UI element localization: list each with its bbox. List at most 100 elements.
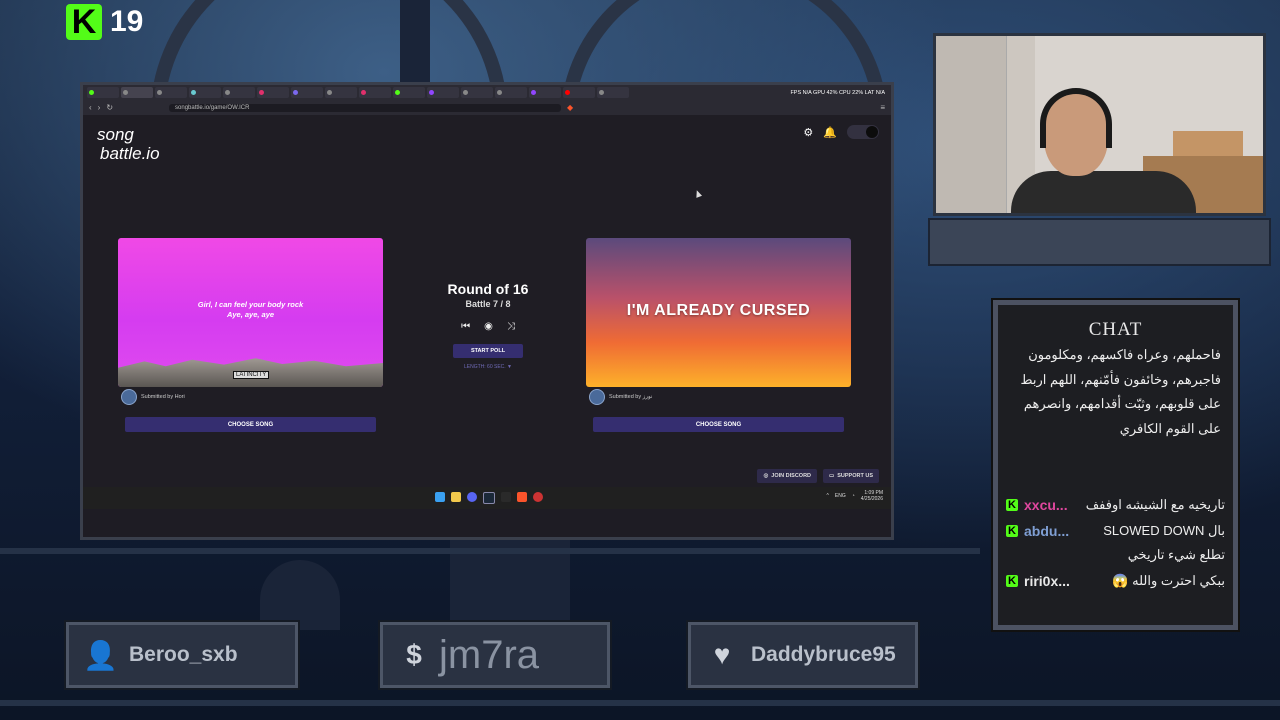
chat-messages: فاحملهم، وعراه فاكسهم، ومكلومون فاجبرهم،… — [1006, 343, 1225, 617]
tab-bar: FPS N/A GPU 42% CPU 22% LAT N/A — [83, 85, 891, 100]
streamer-body — [1011, 171, 1196, 213]
join-discord-label: JOIN DISCORD — [771, 473, 812, 479]
discord-icon: ◎ — [763, 473, 769, 479]
browser-tab[interactable] — [461, 87, 493, 98]
browser-tab[interactable] — [257, 87, 289, 98]
kick-badge-icon: K — [1006, 575, 1018, 587]
browser-tab[interactable] — [563, 87, 595, 98]
forward-icon[interactable]: › — [98, 103, 101, 112]
browser-tab[interactable] — [427, 87, 459, 98]
chat-text: ببكي احترت والله 😱 — [1112, 573, 1225, 588]
kick-badge-icon: K — [1006, 525, 1018, 537]
chat-text: تاريخيه مع الشيشه اوففف — [1085, 497, 1225, 512]
browser-tab[interactable] — [87, 87, 119, 98]
support-us-button[interactable]: ▭ SUPPORT US — [823, 469, 879, 483]
lyric-line-1: Girl, I can feel your body rock — [197, 300, 304, 309]
mouse-cursor-icon — [693, 189, 703, 198]
footer-buttons: ◎ JOIN DISCORD ▭ SUPPORT US — [757, 469, 879, 483]
steam-icon[interactable] — [483, 492, 495, 504]
shuffle-icon[interactable]: ⤨ — [507, 321, 515, 332]
chat-panel: CHAT فاحملهم، وعراه فاكسهم، ومكلومون فاج… — [993, 300, 1238, 630]
logo-line1: song — [97, 125, 134, 144]
notification-bell-icon[interactable]: 🔔 — [823, 126, 837, 139]
chat-username[interactable]: riri0x... — [1024, 569, 1070, 593]
kick-logo-icon: K — [66, 4, 102, 40]
latest-follower-bar: 👤 Beroo_sxb — [66, 622, 298, 688]
file-explorer-icon[interactable] — [451, 492, 461, 502]
kick-badge-icon: K — [1006, 499, 1018, 511]
submitter-avatar — [589, 389, 605, 405]
browser-tab[interactable] — [495, 87, 527, 98]
support-icon: ▭ — [829, 473, 835, 479]
menu-icon[interactable]: ≡ — [880, 103, 885, 112]
choose-song-button-right[interactable]: CHOOSE SONG — [593, 417, 844, 432]
shield-icon[interactable]: ◆ — [567, 103, 573, 112]
submitter-avatar — [121, 389, 137, 405]
latest-donor-name: jm7ra — [439, 632, 540, 677]
discord-app-icon[interactable] — [467, 492, 477, 502]
song-thumbnail-left[interactable]: Girl, I can feel your body rock Aye, aye… — [118, 238, 383, 387]
wifi-icon[interactable]: ◔ — [852, 493, 855, 499]
browser-tab[interactable] — [223, 87, 255, 98]
language-indicator[interactable]: ENG — [835, 493, 846, 499]
webcam-wall — [936, 36, 1006, 213]
settings-gear-icon[interactable]: ⚙ — [803, 126, 813, 139]
battle-controls: ⏮ ◉ ⤨ — [443, 321, 533, 332]
tray-chevron-icon[interactable]: ^ — [827, 493, 829, 499]
brave-browser-icon[interactable] — [517, 492, 527, 502]
browser-tab[interactable] — [189, 87, 221, 98]
background-rail — [0, 700, 1280, 706]
spotify-icon[interactable] — [501, 492, 511, 502]
songbattle-logo[interactable]: song battle.io — [97, 125, 187, 175]
logo-line2: battle.io — [100, 144, 160, 163]
user-menu-avatar[interactable] — [847, 125, 879, 139]
browser-tab-active[interactable] — [121, 87, 153, 98]
lyric-line-2: Aye, aye, aye — [226, 310, 275, 319]
round-title: Round of 16 — [447, 281, 529, 297]
songbattle-page: song battle.io ⚙ 🔔 Girl, I can feel your… — [83, 115, 891, 509]
background-rail — [0, 548, 980, 554]
browser-tab[interactable] — [529, 87, 561, 98]
address-input[interactable]: songbattle.io/game/OW.ICR — [169, 103, 562, 112]
user-icon: 👤 — [83, 639, 118, 671]
chat-message: K xxcu... تاريخيه مع الشيشه اوففف — [1006, 493, 1225, 517]
obs-icon[interactable] — [533, 492, 543, 502]
chat-username[interactable]: abdu... — [1024, 519, 1069, 543]
browser-tab[interactable] — [359, 87, 391, 98]
browser-tab[interactable] — [325, 87, 357, 98]
poll-length-select[interactable]: LENGTH: 60 SEC. ▼ — [443, 364, 533, 370]
song-thumbnail-right[interactable]: I'M ALREADY CURSED — [586, 238, 851, 387]
chat-username[interactable]: xxcu... — [1024, 493, 1068, 517]
latest-donation-bar: $ jm7ra — [380, 622, 610, 688]
poll-icon[interactable]: ◉ — [484, 321, 493, 332]
join-discord-button[interactable]: ◎ JOIN DISCORD — [757, 469, 818, 483]
browser-tab[interactable] — [291, 87, 323, 98]
heart-icon: ♥ — [713, 639, 731, 670]
latest-follower-name: Beroo_sxb — [129, 643, 238, 666]
chat-message: K riri0x... ببكي احترت والله 😱 — [1006, 569, 1225, 593]
browser-tab[interactable] — [597, 87, 629, 98]
back-icon[interactable]: ‹ — [89, 103, 92, 112]
previous-icon[interactable]: ⏮ — [461, 321, 470, 332]
browser-tab[interactable] — [155, 87, 187, 98]
webcam-frame-panel — [928, 218, 1271, 266]
start-poll-label: START POLL — [470, 348, 506, 354]
latest-subscriber-name: Daddybruce95 — [751, 643, 896, 666]
viewer-count: 19 — [110, 5, 144, 38]
headset-icon — [1040, 88, 1112, 148]
start-poll-button[interactable]: START POLL — [453, 344, 523, 358]
system-tray: ^ ENG ◔ 1:09 PM 4/25/2026 — [827, 490, 883, 502]
windows-taskbar: ^ ENG ◔ 1:09 PM 4/25/2026 — [83, 487, 891, 509]
reload-icon[interactable]: ↻ — [106, 103, 113, 112]
background-tower — [400, 0, 430, 90]
system-stats: FPS N/A GPU 42% CPU 22% LAT N/A — [790, 89, 885, 96]
chat-text: بال SLOWED DOWN تطلع شيء تاريخي — [1103, 523, 1225, 562]
taskbar-clock[interactable]: 1:09 PM 4/25/2026 — [861, 490, 883, 502]
windows-start-icon[interactable] — [435, 492, 445, 502]
chat-message: K abdu... بال SLOWED DOWN تطلع شيء تاريخ… — [1006, 519, 1225, 567]
round-info: Round of 16 Battle 7 / 8 ⏮ ◉ ⤨ START POL… — [443, 281, 533, 370]
webcam-feed — [933, 33, 1266, 216]
browser-tab[interactable] — [393, 87, 425, 98]
choose-song-button-left[interactable]: CHOOSE SONG — [125, 417, 376, 432]
header-icons: ⚙ 🔔 — [803, 125, 879, 139]
